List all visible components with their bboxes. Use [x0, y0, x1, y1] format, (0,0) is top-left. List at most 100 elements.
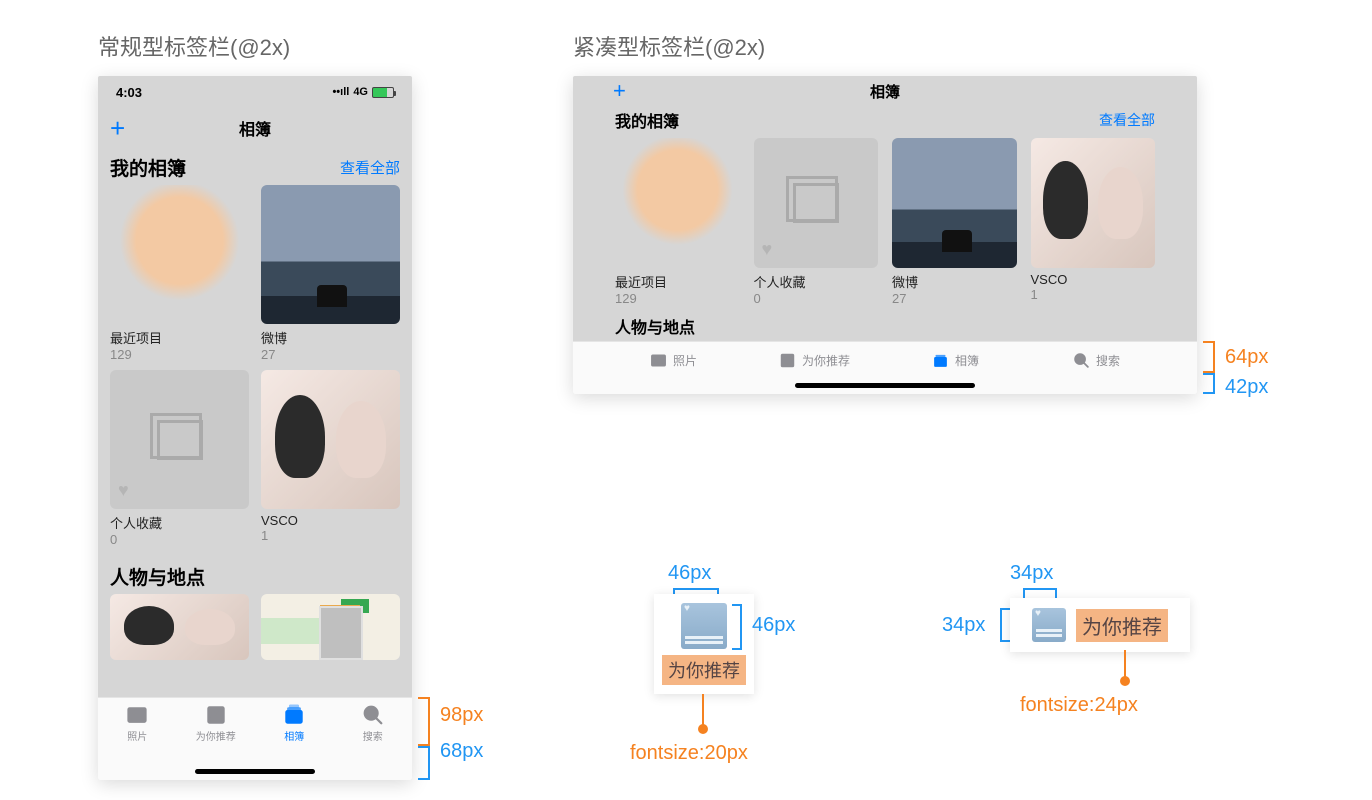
phone-regular: 4:03 ••ıll 4G + 相簿 我的相簿 查看全部 最近项目 129 微博… — [98, 76, 412, 780]
album-places[interactable] — [261, 594, 400, 660]
album-grid: 最近项目 129 微博 27 ♥ 个人收藏 0 VSCO 1 — [98, 185, 412, 557]
tab-photos[interactable]: 照片 — [98, 698, 177, 780]
line-cmp — [1124, 650, 1126, 678]
album-name: 最近项目 — [615, 272, 740, 291]
tab-foryou[interactable]: 为你推荐 — [177, 698, 256, 780]
foryou-icon — [204, 704, 228, 726]
phone-compact: + 相簿 我的相簿 查看全部 最近项目 129 ♥ 个人收藏 0 微博 27 V… — [573, 76, 1197, 394]
my-albums-heading: 我的相簿 — [110, 154, 186, 181]
view-all-link[interactable]: 查看全部 — [340, 157, 400, 178]
album-name: 微博 — [261, 328, 400, 347]
thumb-people — [110, 594, 249, 660]
album-name: 微博 — [892, 272, 1017, 291]
album-name: 个人收藏 — [110, 513, 249, 532]
bracket-cmp-icon-h — [1000, 608, 1010, 642]
bracket-cmp-tabbar — [1203, 341, 1215, 373]
album-people[interactable] — [110, 594, 249, 660]
thumb-weibo — [261, 185, 400, 324]
people-places-cut: 人物与地点 — [573, 312, 1197, 340]
my-albums-heading: 我的相簿 — [615, 108, 679, 132]
meas-cmp-homebar: 42px — [1225, 376, 1268, 399]
album-name: 最近项目 — [110, 328, 249, 347]
meas-reg-font: fontsize:20px — [630, 742, 748, 765]
album-favorites[interactable]: ♥ 个人收藏 0 — [110, 370, 249, 547]
line-reg — [702, 694, 704, 726]
tab-label: 相簿 — [955, 352, 979, 369]
tab-label: 搜索 — [363, 728, 383, 743]
album-recent[interactable]: 最近项目 129 — [615, 138, 740, 306]
view-all-link[interactable]: 查看全部 — [1099, 110, 1155, 130]
meas-reg-icon-h: 46px — [752, 614, 795, 637]
album-count: 0 — [754, 291, 879, 306]
album-weibo[interactable]: 微博 27 — [261, 185, 400, 362]
heart-icon: ♥ — [762, 239, 773, 260]
nav-title: 相簿 — [870, 81, 900, 102]
battery-icon — [372, 87, 394, 98]
tab-label: 为你推荐 — [802, 352, 850, 369]
thumb-vsco — [1031, 138, 1156, 268]
meas-reg-homebar: 68px — [440, 740, 483, 763]
tab-search[interactable]: 搜索 — [334, 698, 413, 780]
status-right: ••ıll 4G — [332, 86, 394, 98]
meas-cmp-tabbar: 64px — [1225, 346, 1268, 369]
title-compact: 紧凑型标签栏(@2x) — [573, 30, 765, 62]
status-bar: 4:03 ••ıll 4G — [98, 76, 412, 108]
tab-label: 相簿 — [284, 728, 304, 743]
album-count: 129 — [615, 291, 740, 306]
search-icon — [361, 704, 385, 726]
tab-search[interactable]: 搜索 — [1026, 342, 1167, 394]
tab-bar-regular: 照片 为你推荐 相簿 搜索 — [98, 697, 412, 780]
meas-cmp-icon-w: 34px — [1010, 562, 1053, 585]
tab-bar-compact: 照片 为你推荐 相簿 搜索 — [573, 341, 1197, 394]
tab-photos[interactable]: 照片 — [603, 342, 744, 394]
home-indicator[interactable] — [795, 383, 975, 388]
thumb-vsco — [261, 370, 400, 509]
tab-label: 照片 — [673, 352, 697, 369]
specimen-compact: 为你推荐 — [1010, 598, 1190, 652]
albums-icon — [282, 704, 306, 726]
thumb-fav: ♥ — [754, 138, 879, 268]
meas-reg-tabbar: 98px — [440, 704, 483, 727]
section-head-my-albums: 我的相簿 查看全部 — [98, 148, 412, 185]
foryou-icon — [779, 352, 796, 369]
heart-icon: ♥ — [118, 480, 129, 501]
network-label: 4G — [353, 86, 368, 98]
album-count: 27 — [892, 291, 1017, 306]
album-name: 个人收藏 — [754, 272, 879, 291]
meas-cmp-font: fontsize:24px — [1020, 694, 1138, 717]
people-places-grid — [98, 594, 412, 670]
album-vsco[interactable]: VSCO 1 — [1031, 138, 1156, 306]
photos-icon — [125, 704, 149, 726]
tab-label: 照片 — [127, 728, 147, 743]
section-head-my-albums-c: 我的相簿 查看全部 — [573, 106, 1197, 134]
section-head-people: 人物与地点 — [98, 557, 412, 594]
bracket-cmp-homebar — [1203, 373, 1215, 394]
tab-label: 搜索 — [1096, 352, 1120, 369]
album-count: 1 — [1031, 287, 1156, 302]
add-button[interactable]: + — [110, 115, 125, 141]
add-button[interactable]: + — [613, 80, 626, 102]
thumb-recent — [615, 138, 740, 268]
foryou-icon — [1032, 608, 1066, 642]
home-indicator[interactable] — [195, 769, 315, 774]
album-recent[interactable]: 最近项目 129 — [110, 185, 249, 362]
bracket-reg-tabbar — [418, 697, 430, 746]
album-weibo[interactable]: 微博 27 — [892, 138, 1017, 306]
meas-cmp-icon-h: 34px — [942, 614, 985, 637]
album-row: 最近项目 129 ♥ 个人收藏 0 微博 27 VSCO 1 — [573, 134, 1197, 312]
tab-label: 为你推荐 — [196, 728, 236, 743]
album-count: 27 — [261, 347, 400, 362]
bracket-reg-homebar — [418, 746, 430, 780]
album-vsco[interactable]: VSCO 1 — [261, 370, 400, 547]
status-time: 4:03 — [116, 85, 142, 100]
tab-albums[interactable]: 相簿 — [255, 698, 334, 780]
title-regular: 常规型标签栏(@2x) — [98, 30, 290, 62]
album-favorites[interactable]: ♥ 个人收藏 0 — [754, 138, 879, 306]
specimen-label: 为你推荐 — [662, 655, 746, 685]
nav-bar-compact: + 相簿 — [573, 76, 1197, 106]
photos-icon — [650, 352, 667, 369]
foryou-icon — [681, 603, 727, 649]
album-count: 1 — [261, 528, 400, 543]
thumb-recent — [110, 185, 249, 324]
album-name: VSCO — [1031, 272, 1156, 287]
